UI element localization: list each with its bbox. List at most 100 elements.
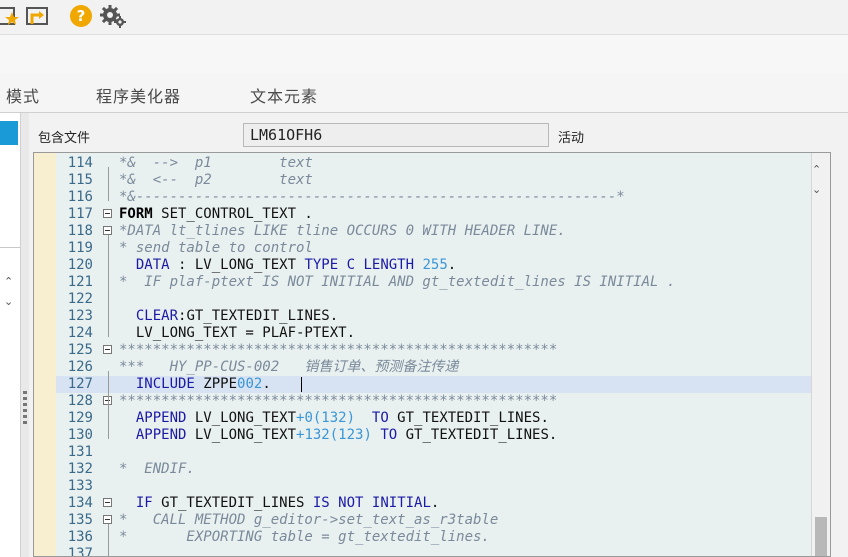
code-line[interactable]: 132 * ENDIF. — [56, 461, 811, 478]
panel-divider — [0, 247, 20, 248]
code-line[interactable]: 130 APPEND LV_LONG_TEXT+132(123) TO GT_T… — [56, 427, 811, 444]
chevron-up-icon[interactable]: ⌃ — [4, 275, 13, 288]
code-text: ****************************************… — [119, 393, 558, 409]
grip-mark — [23, 403, 27, 406]
line-number: 120 — [67, 257, 93, 273]
line-number: 128 — [67, 393, 93, 409]
code-line[interactable]: 127 INCLUDE ZPPE002. — [56, 376, 811, 393]
fold-toggle-icon[interactable] — [103, 226, 112, 235]
code-line[interactable]: 135 * CALL METHOD g_editor->set_text_as_r… — [56, 512, 811, 529]
code-text: LV_LONG_TEXT = PLAF-PTEXT. — [119, 325, 356, 341]
line-number: 136 — [67, 529, 93, 545]
fold-guide — [108, 167, 109, 201]
code-line[interactable]: 115 *& <-- p2 text — [56, 172, 811, 189]
code-line[interactable]: 118 *DATA lt_tlines LIKE tline OCCURS 0 W… — [56, 223, 811, 240]
include-name-field[interactable]: LM61OFH6 — [243, 123, 549, 147]
chevron-down-icon[interactable]: ⌄ — [4, 295, 13, 308]
line-number: 122 — [67, 291, 93, 307]
code-line[interactable]: 119 * send table to control — [56, 240, 811, 257]
line-number: 135 — [67, 512, 93, 528]
application-toolbar: ? — [0, 0, 848, 34]
include-label: 包含文件 — [38, 131, 91, 146]
line-number: 126 — [67, 359, 93, 375]
grip-mark — [23, 421, 27, 424]
line-number: 127 — [67, 376, 93, 392]
code-line[interactable]: 129 APPEND LV_LONG_TEXT+0(132) TO GT_TEX… — [56, 410, 811, 427]
grip-mark — [23, 409, 27, 412]
line-number: 121 — [67, 274, 93, 290]
code-line[interactable]: 125 *************************************… — [56, 342, 811, 359]
code-line[interactable]: 116 *&-----------------------------------… — [56, 189, 811, 206]
line-number: 132 — [67, 461, 93, 477]
code-line[interactable]: 124 LV_LONG_TEXT = PLAF-PTEXT. — [56, 325, 811, 342]
line-number: 117 — [67, 206, 93, 222]
code-text: * CALL METHOD g_editor->set_text_as_r3ta… — [119, 512, 499, 528]
menu-mode[interactable]: 模式 — [6, 83, 40, 107]
code-line[interactable]: 131 — [56, 444, 811, 461]
menu-pretty-printer[interactable]: 程序美化器 — [96, 83, 181, 107]
code-line[interactable]: 121 * IF plaf-ptext IS NOT INITIAL AND gt… — [56, 274, 811, 291]
code-line[interactable]: 128 *************************************… — [56, 393, 811, 410]
vertical-scrollbar[interactable] — [811, 153, 830, 556]
code-text: * IF plaf-ptext IS NOT INITIAL AND gt_te… — [119, 274, 676, 290]
code-line[interactable]: 134 IF GT_TEXTEDIT_LINES IS NOT INITIAL. — [56, 495, 811, 512]
line-number: 124 — [67, 325, 93, 341]
code-text: APPEND LV_LONG_TEXT+132(123) TO GT_TEXTE… — [135, 427, 558, 443]
code-line[interactable]: 120 DATA : LV_LONG_TEXT TYPE C LENGTH 25… — [56, 257, 811, 274]
selected-node-highlight[interactable] — [0, 121, 18, 145]
panel-splitter[interactable] — [20, 113, 29, 557]
code-text: * send table to control — [119, 240, 313, 256]
code-text: *& --> p1 text — [119, 155, 313, 171]
code-text: DATA : LV_LONG_TEXT TYPE C LENGTH 255. — [135, 257, 457, 273]
code-text: *** HY_PP-CUS-002 销售订单、预测备注传递 — [119, 359, 459, 375]
code-line[interactable]: 123 CLEAR:GT_TEXTEDIT_LINES. — [56, 308, 811, 325]
code-line[interactable]: 126 *** HY_PP-CUS-002 销售订单、预测备注传递 — [56, 359, 811, 376]
code-line[interactable]: 122 — [56, 291, 811, 308]
bookmark-star-icon[interactable] — [0, 4, 20, 32]
function-bar: 模式 程序美化器 文本元素 — [0, 73, 848, 113]
code-text: *DATA lt_tlines LIKE tline OCCURS 0 WITH… — [119, 223, 566, 239]
fold-toggle-icon[interactable] — [103, 209, 112, 218]
line-number: 133 — [67, 478, 93, 494]
code-line[interactable]: 133 — [56, 478, 811, 495]
fold-toggle-icon[interactable] — [103, 345, 112, 354]
abap-code-editor[interactable]: 114 *& --> p1 text 115 *& <-- p2 text 116 *&-… — [33, 152, 831, 557]
code-line[interactable]: 117 FORM SET_CONTROL_TEXT . — [56, 206, 811, 223]
fold-toggle-icon[interactable] — [103, 498, 112, 507]
link-arrow-icon[interactable] — [25, 4, 51, 32]
line-number: 115 — [67, 172, 93, 188]
settings-icon[interactable] — [100, 4, 126, 32]
code-line[interactable]: 137 — [56, 546, 811, 556]
title-strip — [0, 34, 848, 74]
editor-scroll-down-icon[interactable]: ⌄ — [812, 183, 821, 196]
code-line[interactable]: 114 *& --> p1 text — [56, 155, 811, 172]
fold-guide — [108, 235, 109, 337]
menu-text-elements[interactable]: 文本元素 — [250, 83, 318, 107]
code-text: *&--------------------------------------… — [119, 189, 625, 205]
grip-mark — [23, 391, 27, 394]
help-icon[interactable]: ? — [69, 4, 93, 32]
code-text: APPEND LV_LONG_TEXT+0(132) TO GT_TEXTEDI… — [135, 410, 549, 426]
text-cursor — [301, 377, 302, 392]
editor-gutter — [34, 153, 57, 556]
line-number: 130 — [67, 427, 93, 443]
code-text: * ENDIF. — [119, 461, 195, 477]
code-text: * EXPORTING table = gt_textedit_lines. — [119, 529, 490, 545]
navigation-panel: ⌃ ⌄ — [0, 113, 20, 557]
scrollbar-thumb[interactable] — [815, 517, 827, 556]
code-text: IF GT_TEXTEDIT_LINES IS NOT INITIAL. — [135, 495, 440, 511]
fold-guide — [108, 524, 109, 556]
editor-scroll-up-icon[interactable]: ⌃ — [812, 163, 821, 176]
status-text: 活动 — [558, 131, 585, 146]
code-text: INCLUDE ZPPE002. — [135, 376, 271, 392]
fold-guide — [108, 371, 109, 439]
grip-mark — [23, 415, 27, 418]
line-number: 125 — [67, 342, 93, 358]
grip-mark — [23, 397, 27, 400]
line-number: 123 — [67, 308, 93, 324]
code-line[interactable]: 136 * EXPORTING table = gt_textedit_lines… — [56, 529, 811, 546]
svg-text:?: ? — [77, 7, 86, 25]
code-text: ****************************************… — [119, 342, 558, 358]
code-area[interactable]: 114 *& --> p1 text 115 *& <-- p2 text 116 *&-… — [56, 153, 811, 556]
fold-toggle-icon[interactable] — [103, 515, 112, 524]
